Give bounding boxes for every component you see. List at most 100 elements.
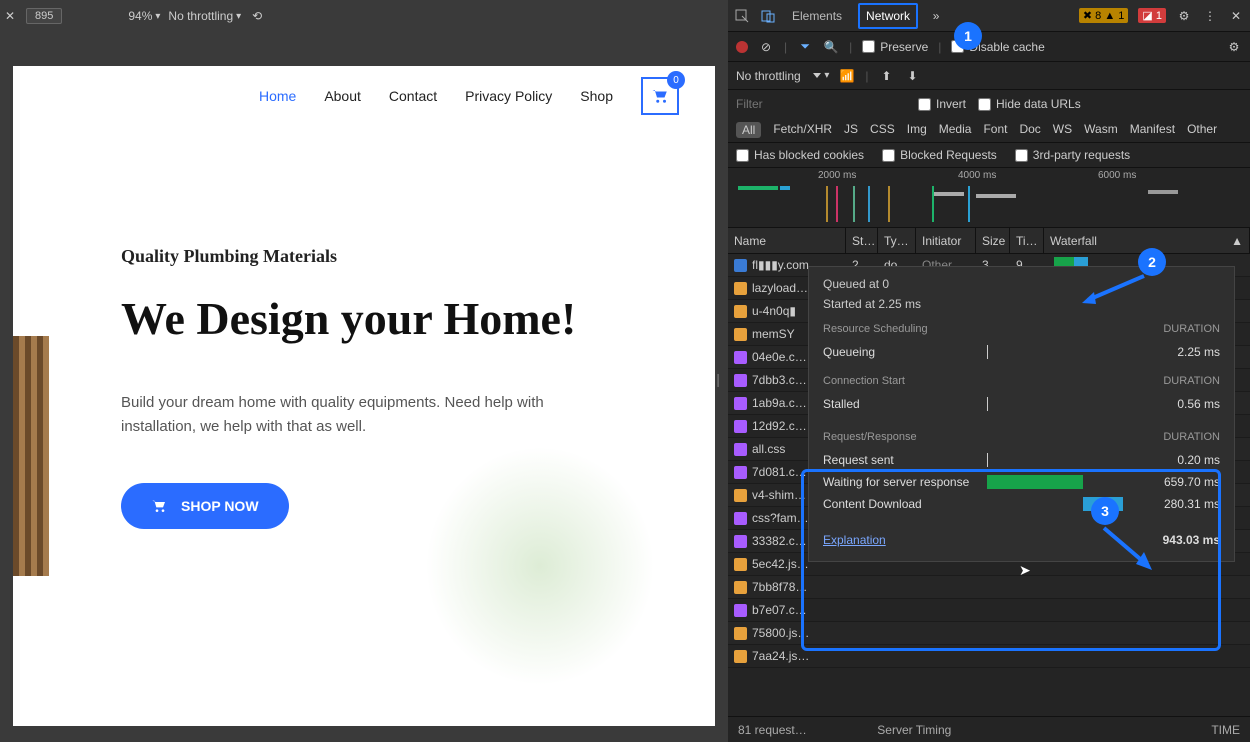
shop-now-button[interactable]: SHOP NOW: [121, 483, 289, 529]
col-time[interactable]: Ti…: [1010, 228, 1044, 253]
row-label: Queueing: [823, 345, 973, 359]
row-label: Request sent: [823, 453, 973, 467]
queued-label: Queued at 0: [823, 277, 1220, 291]
hero-decor: [13, 336, 49, 576]
upload-icon[interactable]: ⬆: [879, 68, 895, 84]
type-doc[interactable]: Doc: [1019, 122, 1040, 138]
search-icon[interactable]: 🔍: [823, 39, 839, 55]
error-badge[interactable]: ◪ 1: [1138, 8, 1166, 23]
type-font[interactable]: Font: [983, 122, 1007, 138]
tab-network[interactable]: Network: [858, 3, 918, 29]
dur-label: DURATION: [1163, 375, 1220, 387]
started-label: Started at 2.25 ms: [823, 297, 1220, 311]
blocked-req-checkbox[interactable]: Blocked Requests: [882, 148, 997, 162]
tick-label: 2000 ms: [818, 170, 856, 181]
timeline-overview[interactable]: 2000 ms 4000 ms 6000 ms: [728, 168, 1250, 228]
close-icon[interactable]: ✕: [2, 8, 18, 24]
arrow-icon: [1080, 270, 1150, 306]
col-name[interactable]: Name: [728, 228, 846, 253]
filter-icon[interactable]: ⏷: [797, 39, 813, 55]
hideurls-checkbox[interactable]: Hide data URLs: [978, 97, 1081, 111]
resize-handle-icon[interactable]: ||: [716, 371, 717, 387]
net-settings-icon[interactable]: ⚙: [1226, 39, 1242, 55]
blocked-cookies-checkbox[interactable]: Has blocked cookies: [736, 148, 864, 162]
nav-contact[interactable]: Contact: [389, 88, 437, 104]
col-type[interactable]: Ty…: [878, 228, 916, 253]
throttle-dropdown[interactable]: No throttling: [168, 9, 241, 23]
cart-badge: 0: [667, 71, 685, 89]
type-filter-row: All Fetch/XHR JS CSS Img Media Font Doc …: [728, 118, 1250, 143]
tick-label: 4000 ms: [958, 170, 996, 181]
record-icon[interactable]: [736, 41, 748, 53]
callout-1: 1: [954, 22, 982, 50]
arrow-icon: [1098, 524, 1158, 574]
gear-icon[interactable]: ⚙: [1176, 8, 1192, 24]
row-value: 2.25 ms: [1120, 345, 1220, 359]
col-status[interactable]: St…: [846, 228, 878, 253]
col-initiator[interactable]: Initiator: [916, 228, 976, 253]
table-header: Name St… Ty… Initiator Size Ti… Waterfal…: [728, 228, 1250, 254]
highlight-box: [801, 469, 1221, 651]
time-label: TIME: [1211, 723, 1240, 737]
close-devtools-icon[interactable]: ✕: [1228, 8, 1244, 24]
request-count: 81 request…: [738, 723, 807, 737]
hero-desc: Build your dream home with quality equip…: [121, 391, 591, 439]
sec-label: Resource Scheduling: [823, 323, 928, 335]
preserve-log-checkbox[interactable]: Preserve: [862, 40, 928, 54]
net-throttle-dropdown[interactable]: No throttling: [736, 69, 829, 83]
hero-headline: We Design your Home!: [121, 289, 715, 349]
devtools-panel: Elements Network » ✖ 8 ▲ 1 ◪ 1 ⚙ ⋮ ✕ 1 ⊘…: [728, 0, 1250, 742]
sec-label: Connection Start: [823, 375, 905, 387]
inspect-icon[interactable]: [734, 8, 750, 24]
callout-3: 3: [1091, 497, 1119, 525]
network-rows: fl▮▮▮y.com.…200do…Other30…94…lazyload…u-…: [728, 254, 1250, 716]
cart-icon: [651, 88, 669, 104]
clear-icon[interactable]: ⊘: [758, 39, 774, 55]
type-js[interactable]: JS: [844, 122, 858, 138]
row-value: 0.20 ms: [1120, 453, 1220, 467]
cursor-icon: ➤: [1019, 562, 1031, 579]
nav-shop[interactable]: Shop: [580, 88, 613, 104]
rotate-icon[interactable]: ⟲: [249, 8, 265, 24]
cart-button[interactable]: 0: [641, 77, 679, 115]
type-other[interactable]: Other: [1187, 122, 1217, 138]
shop-now-label: SHOP NOW: [181, 498, 259, 514]
tick-label: 6000 ms: [1098, 170, 1136, 181]
type-ws[interactable]: WS: [1053, 122, 1072, 138]
type-fetch[interactable]: Fetch/XHR: [773, 122, 832, 138]
kebab-icon[interactable]: ⋮: [1202, 8, 1218, 24]
tab-elements[interactable]: Elements: [786, 5, 848, 27]
device-icon[interactable]: [760, 8, 776, 24]
nav-home[interactable]: Home: [259, 88, 296, 104]
width-input[interactable]: 895: [26, 8, 62, 24]
row-label: Stalled: [823, 397, 973, 411]
type-wasm[interactable]: Wasm: [1084, 122, 1118, 138]
type-img[interactable]: Img: [907, 122, 927, 138]
site-nav: Home About Contact Privacy Policy Shop 0: [13, 66, 715, 126]
type-css[interactable]: CSS: [870, 122, 895, 138]
more-tabs-icon[interactable]: »: [928, 8, 944, 24]
leaf-decor: [425, 446, 655, 686]
hero-subtitle: Quality Plumbing Materials: [121, 246, 715, 267]
dur-label: DURATION: [1163, 431, 1220, 443]
cart-icon: [151, 499, 167, 513]
sec-label: Request/Response: [823, 431, 917, 443]
download-icon[interactable]: ⬇: [905, 68, 921, 84]
issues-badge[interactable]: ✖ 8 ▲ 1: [1079, 8, 1129, 23]
type-media[interactable]: Media: [939, 122, 972, 138]
3rdparty-checkbox[interactable]: 3rd-party requests: [1015, 148, 1130, 162]
wifi-icon[interactable]: 📶: [839, 68, 855, 84]
type-manifest[interactable]: Manifest: [1130, 122, 1175, 138]
invert-checkbox[interactable]: Invert: [918, 97, 966, 111]
callout-2: 2: [1138, 248, 1166, 276]
filter-input[interactable]: [736, 97, 906, 111]
timing-tooltip: Queued at 0 Started at 2.25 ms Resource …: [808, 266, 1235, 562]
col-size[interactable]: Size: [976, 228, 1010, 253]
server-timing-label: Server Timing: [877, 723, 951, 737]
nav-privacy[interactable]: Privacy Policy: [465, 88, 552, 104]
nav-about[interactable]: About: [324, 88, 361, 104]
dur-label: DURATION: [1163, 323, 1220, 335]
zoom-dropdown[interactable]: 94%: [128, 9, 160, 23]
site-preview: Home About Contact Privacy Policy Shop 0…: [13, 66, 715, 726]
type-all[interactable]: All: [736, 122, 761, 138]
